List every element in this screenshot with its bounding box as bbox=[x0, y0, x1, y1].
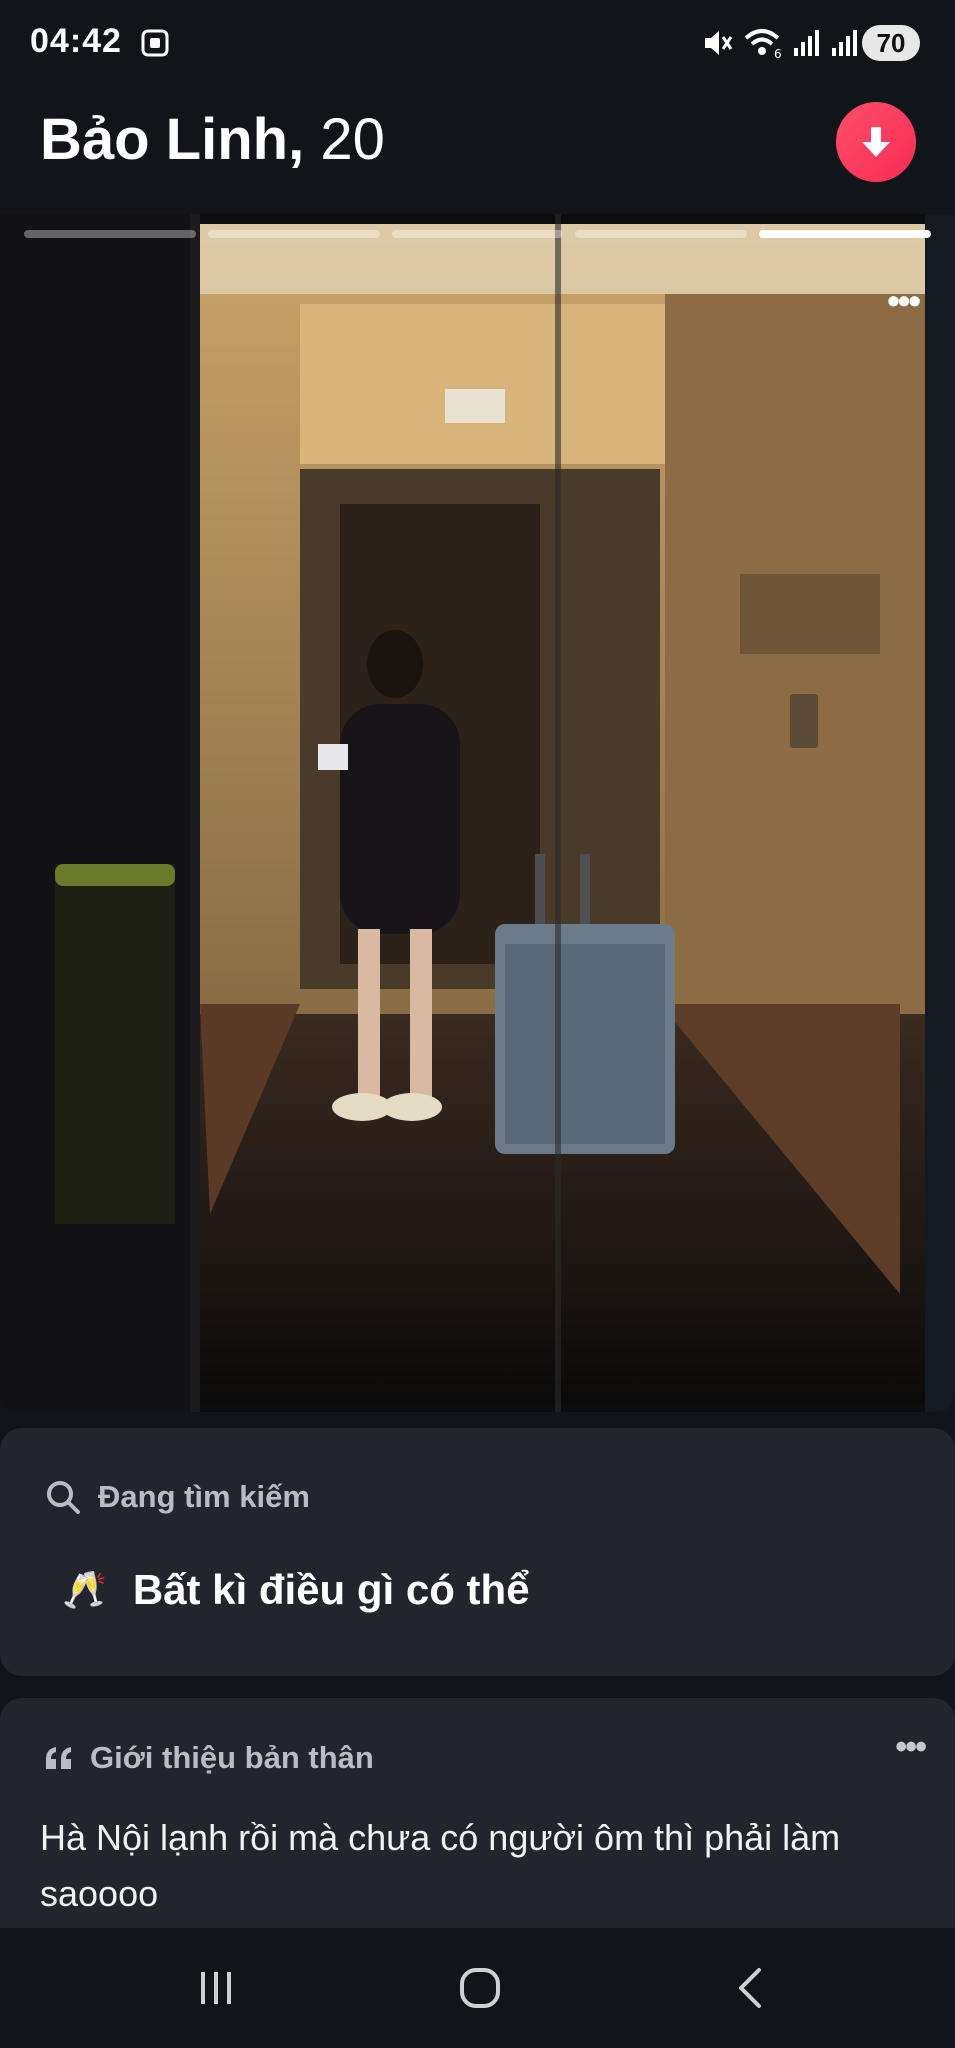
photo-progress bbox=[24, 230, 931, 240]
about-heading: Giới thiệu bản thân bbox=[44, 1740, 374, 1776]
profile-header: Bảo Linh, 20 bbox=[0, 88, 955, 214]
battery-level: 70 bbox=[862, 25, 920, 61]
looking-for-heading: Đang tìm kiếm bbox=[44, 1478, 310, 1516]
looking-for-heading-text: Đang tìm kiếm bbox=[98, 1479, 310, 1514]
back-icon[interactable] bbox=[735, 1966, 765, 2010]
signal-icon bbox=[794, 30, 819, 56]
photo-progress-segment bbox=[24, 230, 196, 238]
svg-text:6: 6 bbox=[774, 47, 782, 61]
profile-name: Bảo Linh, bbox=[40, 107, 305, 172]
screen-record-icon bbox=[141, 29, 169, 57]
recents-icon[interactable] bbox=[195, 1968, 237, 2008]
photo-progress-segment bbox=[207, 230, 380, 238]
search-icon bbox=[47, 1481, 80, 1514]
quote-icon bbox=[46, 1747, 71, 1769]
collapse-profile-button[interactable] bbox=[836, 102, 916, 182]
system-nav-bar bbox=[0, 1928, 955, 2048]
photo-progress-segment bbox=[391, 230, 564, 238]
about-heading-text: Giới thiệu bản thân bbox=[90, 1740, 374, 1775]
photo-progress-segment bbox=[575, 230, 748, 238]
home-icon[interactable] bbox=[458, 1966, 502, 2010]
more-dots-icon[interactable]: ••• bbox=[895, 1728, 927, 1767]
looking-for-value-text: Bất kì điều gì có thể bbox=[132, 1566, 530, 1613]
champagne-icon: 🥂 bbox=[62, 1569, 107, 1610]
wifi-icon: 6 bbox=[744, 29, 782, 61]
arrow-down-icon bbox=[862, 127, 890, 157]
status-time: 04:42 bbox=[30, 22, 122, 60]
photo-more-dots-icon[interactable]: ••• bbox=[887, 280, 921, 322]
signal-icon bbox=[832, 30, 857, 56]
mute-icon bbox=[705, 31, 733, 55]
status-bar: 04:42 6 70 bbox=[0, 0, 955, 88]
profile-title: Bảo Linh, 20 bbox=[40, 106, 385, 173]
looking-for-card: Đang tìm kiếm 🥂 Bất kì điều gì có thể bbox=[0, 1428, 955, 1676]
looking-for-value: 🥂 Bất kì điều gì có thể bbox=[62, 1566, 530, 1614]
photo-progress-segment-active bbox=[759, 230, 931, 238]
photo-image bbox=[0, 214, 955, 1412]
profile-photo[interactable]: ••• bbox=[0, 214, 955, 1412]
about-text: Hà Nội lạnh rồi mà chưa có người ôm thì … bbox=[40, 1817, 841, 1914]
profile-age: 20 bbox=[320, 107, 385, 172]
